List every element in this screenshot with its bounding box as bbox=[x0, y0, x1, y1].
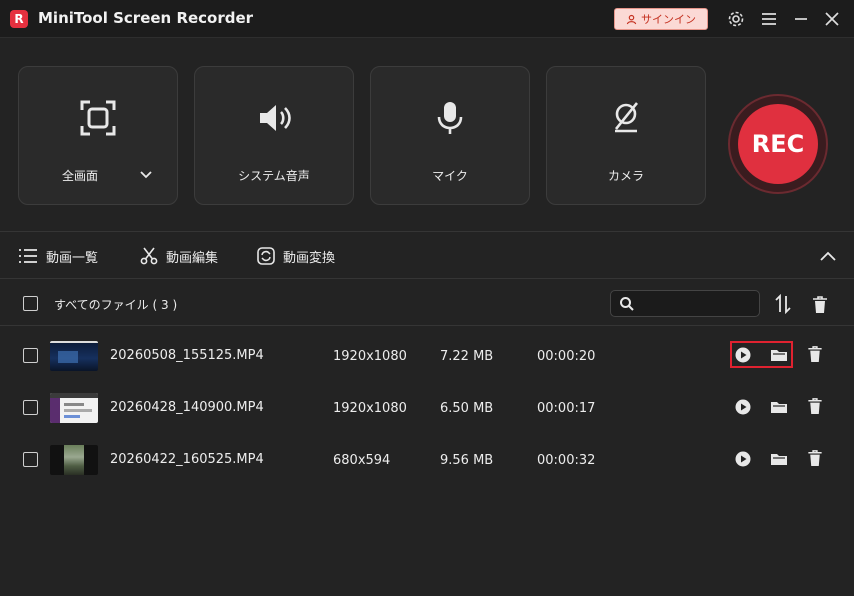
rec-button[interactable]: REC bbox=[738, 104, 818, 184]
tabs-bar: 動画一覧 動画編集 動画変換 bbox=[0, 233, 854, 279]
delete-all-icon[interactable] bbox=[811, 295, 829, 314]
search-icon bbox=[620, 297, 634, 311]
tab-video-list-label: 動画一覧 bbox=[46, 250, 99, 266]
file-duration: 00:00:17 bbox=[537, 401, 596, 416]
video-thumbnail bbox=[50, 393, 98, 423]
app-title: MiniTool Screen Recorder bbox=[38, 9, 254, 27]
list-icon bbox=[19, 249, 37, 263]
close-icon[interactable] bbox=[822, 9, 842, 29]
microphone-label: マイク bbox=[432, 169, 468, 183]
tab-video-edit-label: 動画編集 bbox=[166, 250, 219, 266]
recording-controls: 全画面 システム音声 マイク カメラ REC bbox=[0, 39, 854, 232]
file-row[interactable]: 20260508_155125.MP4 1920x1080 7.22 MB 00… bbox=[0, 330, 854, 382]
tab-video-list[interactable]: 動画一覧 bbox=[18, 246, 98, 266]
minimize-icon[interactable] bbox=[791, 9, 811, 29]
file-duration: 00:00:32 bbox=[537, 453, 596, 468]
delete-icon[interactable] bbox=[806, 449, 824, 467]
file-name: 20260428_140900.MP4 bbox=[110, 400, 264, 415]
row-checkbox[interactable] bbox=[23, 400, 38, 415]
file-row[interactable]: 20260428_140900.MP4 1920x1080 6.50 MB 00… bbox=[0, 382, 854, 434]
signin-label: サインイン bbox=[641, 13, 696, 26]
app-logo: R bbox=[10, 10, 28, 28]
row-checkbox[interactable] bbox=[23, 348, 38, 363]
folder-icon[interactable] bbox=[770, 450, 788, 468]
all-files-label: すべてのファイル ( 3 ) bbox=[54, 298, 178, 312]
chevron-up-icon[interactable] bbox=[818, 246, 838, 266]
tab-video-convert[interactable]: 動画変換 bbox=[257, 246, 335, 266]
chevron-down-icon[interactable] bbox=[139, 167, 153, 181]
file-size: 9.56 MB bbox=[440, 453, 494, 468]
play-icon[interactable] bbox=[734, 450, 752, 468]
file-name: 20260508_155125.MP4 bbox=[110, 348, 264, 363]
fullscreen-label: 全画面 bbox=[61, 169, 98, 183]
file-size: 6.50 MB bbox=[440, 401, 494, 416]
delete-icon[interactable] bbox=[806, 397, 824, 415]
system-audio-label: システム音声 bbox=[238, 169, 310, 183]
fullscreen-card[interactable]: 全画面 bbox=[18, 66, 178, 205]
video-thumbnail bbox=[50, 341, 98, 371]
camera-card[interactable]: カメラ bbox=[546, 66, 706, 205]
speaker-icon bbox=[260, 105, 291, 131]
tab-video-convert-label: 動画変換 bbox=[283, 250, 336, 266]
camera-off-icon bbox=[614, 102, 639, 133]
fullscreen-icon bbox=[80, 100, 116, 136]
file-duration: 00:00:20 bbox=[537, 349, 596, 364]
scissors-icon bbox=[140, 247, 158, 265]
search-input[interactable] bbox=[641, 294, 753, 313]
file-resolution: 1920x1080 bbox=[333, 401, 407, 416]
convert-icon bbox=[257, 247, 275, 265]
file-row[interactable]: 20260422_160525.MP4 680x594 9.56 MB 00:0… bbox=[0, 434, 854, 486]
file-name: 20260422_160525.MP4 bbox=[110, 452, 264, 467]
select-all-checkbox[interactable] bbox=[23, 296, 38, 311]
menu-icon[interactable] bbox=[759, 9, 779, 29]
play-icon[interactable] bbox=[734, 398, 752, 416]
camera-label: カメラ bbox=[607, 169, 644, 183]
file-size: 7.22 MB bbox=[440, 349, 494, 364]
title-bar: R MiniTool Screen Recorder サインイン bbox=[0, 0, 854, 38]
microphone-icon bbox=[437, 102, 463, 134]
file-list-header: すべてのファイル ( 3 ) bbox=[0, 280, 854, 326]
file-resolution: 680x594 bbox=[333, 453, 391, 468]
file-resolution: 1920x1080 bbox=[333, 349, 407, 364]
signin-button[interactable]: サインイン bbox=[614, 8, 708, 30]
highlight-box bbox=[730, 341, 793, 368]
user-icon bbox=[626, 14, 637, 24]
tab-video-edit[interactable]: 動画編集 bbox=[140, 246, 218, 266]
microphone-card[interactable]: マイク bbox=[370, 66, 530, 205]
delete-icon[interactable] bbox=[806, 345, 824, 363]
system-audio-card[interactable]: システム音声 bbox=[194, 66, 354, 205]
sort-icon[interactable] bbox=[774, 294, 792, 314]
folder-icon[interactable] bbox=[770, 398, 788, 416]
search-box[interactable] bbox=[610, 290, 760, 317]
settings-icon[interactable] bbox=[726, 9, 746, 29]
video-thumbnail bbox=[50, 445, 98, 475]
row-checkbox[interactable] bbox=[23, 452, 38, 467]
